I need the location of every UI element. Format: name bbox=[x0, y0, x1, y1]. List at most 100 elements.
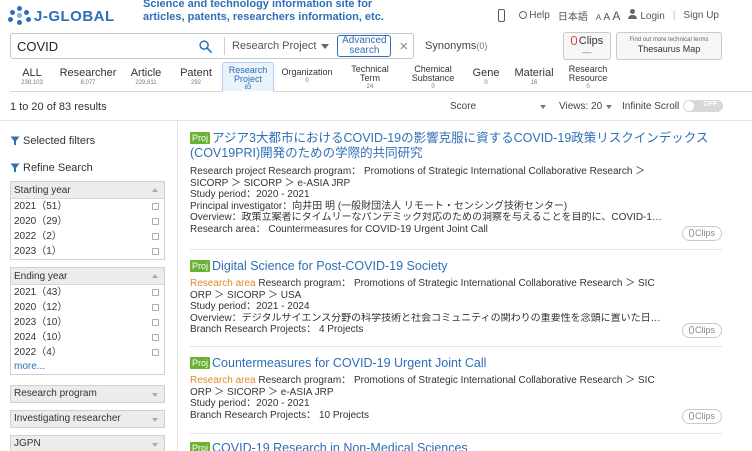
facet-option[interactable]: 2021（43） bbox=[11, 285, 164, 300]
facet-research-program[interactable]: Research program bbox=[10, 385, 165, 403]
clip-icon bbox=[688, 229, 694, 237]
checkbox[interactable] bbox=[152, 203, 159, 210]
chevron-down-icon bbox=[606, 104, 613, 109]
search-input[interactable] bbox=[11, 35, 193, 57]
divider bbox=[190, 346, 722, 347]
facet-investigating-researcher[interactable]: Investigating researcher bbox=[10, 410, 165, 428]
help-icon bbox=[519, 11, 528, 19]
result-type-tag: Research area bbox=[190, 375, 256, 386]
chevron-down-icon bbox=[321, 43, 330, 49]
result-title-link[interactable]: Proj Digital Science for Post-COVID-19 So… bbox=[190, 259, 722, 274]
checkbox[interactable] bbox=[152, 233, 159, 240]
checkbox[interactable] bbox=[152, 289, 159, 296]
search-type-select[interactable]: Research Project bbox=[232, 40, 330, 52]
project-badge: Proj bbox=[190, 357, 211, 369]
checkbox[interactable] bbox=[152, 218, 159, 225]
result-item: Proj アジア3大都市におけるCOVID-19の影響克服に資するCOVID-19… bbox=[190, 131, 722, 241]
facet-option[interactable]: 2023（10） bbox=[11, 315, 164, 330]
facet-more-link[interactable]: more... bbox=[11, 360, 164, 374]
project-badge: Proj bbox=[190, 260, 211, 272]
advanced-search-button[interactable]: Advanced search bbox=[337, 35, 392, 57]
smartphone-icon[interactable] bbox=[498, 9, 506, 22]
logo-mark-icon bbox=[8, 6, 32, 26]
facet-ending-year: Ending year 2021（43） 2020（12） 2023（10） 2… bbox=[10, 267, 165, 375]
facet-jgpn[interactable]: JGPN bbox=[10, 435, 165, 451]
clip-icon bbox=[688, 412, 694, 420]
tab-article[interactable]: Article 229,611 bbox=[122, 62, 170, 91]
font-size-small[interactable]: A bbox=[596, 13, 601, 22]
header: J-GLOBAL Science and technology informat… bbox=[0, 0, 752, 34]
facet-option[interactable]: 2022（4） bbox=[11, 345, 164, 360]
checkbox[interactable] bbox=[152, 319, 159, 326]
tab-material[interactable]: Material 16 bbox=[506, 62, 562, 91]
divider bbox=[190, 433, 722, 434]
infinite-scroll-toggle[interactable]: OFF bbox=[683, 100, 724, 112]
search-bar: Research Project Advancedsearch × bbox=[10, 33, 414, 59]
divider bbox=[0, 120, 752, 121]
result-meta: Research project Research program： Promo… bbox=[190, 166, 646, 177]
top-links: Help 日本語 A A A Login | Sign Up bbox=[498, 8, 719, 23]
facet-header[interactable]: Starting year bbox=[11, 182, 164, 199]
result-meta: Principal investigator：向井田 明 (一般財団法人 リモー… bbox=[190, 200, 568, 212]
checkbox[interactable] bbox=[152, 248, 159, 255]
site-logo[interactable]: J-GLOBAL bbox=[8, 6, 115, 26]
clips-button[interactable]: Clips bbox=[682, 226, 722, 241]
login-link[interactable]: Login bbox=[628, 9, 665, 22]
result-meta: ORP ＞ SICORP ＞ e-ASIA JRP bbox=[190, 386, 334, 398]
clear-search-button[interactable]: × bbox=[399, 38, 408, 55]
tab-technical-term[interactable]: Technical Term 24 bbox=[340, 62, 400, 91]
tab-all[interactable]: ALL 238,103 bbox=[10, 62, 54, 91]
chevron-up-icon bbox=[152, 188, 158, 192]
font-size-selector[interactable]: A A A bbox=[596, 9, 621, 23]
facet-option[interactable]: 2024（10） bbox=[11, 330, 164, 345]
facet-option[interactable]: 2022（2） bbox=[11, 229, 164, 244]
result-meta: Study period：2021 - 2024 bbox=[190, 301, 310, 312]
clips-button[interactable]: Clips bbox=[682, 323, 722, 338]
checkbox[interactable] bbox=[152, 304, 159, 311]
tab-research-project[interactable]: Research Project 83 bbox=[222, 62, 274, 92]
clips-button[interactable]: Clips bbox=[682, 409, 722, 424]
language-link[interactable]: 日本語 bbox=[558, 8, 588, 23]
result-title-link[interactable]: Proj アジア3大都市におけるCOVID-19の影響克服に資するCOVID-19… bbox=[190, 131, 722, 161]
views-select[interactable]: Views: 20 bbox=[559, 101, 613, 112]
result-meta: Research area Research program： Promotio… bbox=[190, 375, 655, 386]
result-meta: Research area： Countermeasures for COVID… bbox=[190, 223, 488, 235]
tab-researcher[interactable]: Researcher 8,077 bbox=[54, 62, 122, 91]
tab-research-resource[interactable]: Research Resource 0 bbox=[562, 62, 614, 91]
signup-link[interactable]: Sign Up bbox=[683, 10, 719, 21]
chevron-down-icon bbox=[152, 418, 158, 422]
result-meta: SICORP ＞ SICORP ＞ e-ASIA JRP bbox=[190, 177, 351, 189]
thesaurus-map-button[interactable]: Find out more technical terms Thesaurus … bbox=[616, 32, 722, 60]
result-title-link[interactable]: Proj COVID-19 Research in Non-Medical Sci… bbox=[190, 441, 722, 451]
toggle-knob bbox=[684, 101, 695, 111]
result-meta: Branch Research Projects： 4 Projects bbox=[190, 324, 364, 335]
sort-select[interactable]: Score bbox=[450, 101, 546, 112]
result-item: Proj Digital Science for Post-COVID-19 So… bbox=[190, 259, 722, 338]
search-button[interactable] bbox=[193, 35, 217, 57]
facet-header[interactable]: Ending year bbox=[11, 268, 164, 285]
selected-filters-toggle[interactable]: Selected filters bbox=[10, 135, 95, 147]
tab-chemical-substance[interactable]: Chemical Substance 0 bbox=[400, 62, 466, 91]
facet-option[interactable]: 2020（12） bbox=[11, 300, 164, 315]
facet-option[interactable]: 2023（1） bbox=[11, 244, 164, 259]
font-size-large[interactable]: A bbox=[612, 9, 620, 23]
checkbox[interactable] bbox=[152, 334, 159, 341]
result-meta: Research area Research program： Promotio… bbox=[190, 278, 655, 289]
infinite-scroll-label: Infinite Scroll bbox=[622, 100, 680, 112]
facet-option[interactable]: 2020（29） bbox=[11, 214, 164, 229]
person-icon bbox=[628, 9, 638, 19]
font-size-medium[interactable]: A bbox=[603, 12, 609, 23]
filter-icon bbox=[10, 163, 20, 173]
tab-gene[interactable]: Gene 0 bbox=[466, 62, 506, 91]
tab-organization[interactable]: Organization 0 bbox=[274, 62, 340, 91]
checkbox[interactable] bbox=[152, 349, 159, 356]
result-title-link[interactable]: Proj Countermeasures for COVID-19 Urgent … bbox=[190, 356, 722, 371]
help-link[interactable]: Help bbox=[519, 10, 550, 21]
refine-search-toggle[interactable]: Refine Search bbox=[10, 162, 93, 174]
chevron-down-icon bbox=[152, 443, 158, 447]
result-meta: ORP ＞ SICORP ＞ USA bbox=[190, 289, 302, 301]
clips-button[interactable]: Clips — bbox=[563, 32, 611, 60]
tab-patent[interactable]: Patent 292 bbox=[170, 62, 222, 91]
synonyms-link[interactable]: Synonyms(0) bbox=[425, 40, 487, 52]
facet-option[interactable]: 2021（51） bbox=[11, 199, 164, 214]
